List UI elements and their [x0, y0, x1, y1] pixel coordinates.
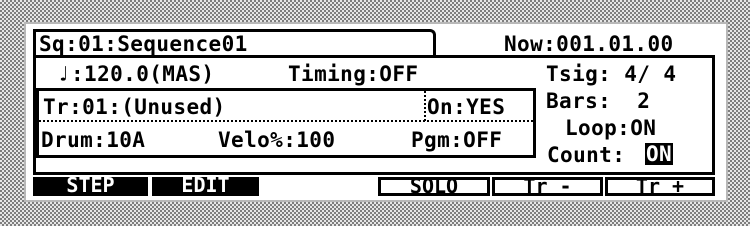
bars-field[interactable]: Bars: 2	[546, 90, 650, 112]
track-field[interactable]: Tr:01:(Unused)	[43, 96, 226, 118]
edit-softkey[interactable]: EDIT	[152, 175, 259, 196]
velocity-field[interactable]: Velo%:100	[218, 129, 335, 151]
drum-field[interactable]: Drum:10A	[41, 129, 145, 151]
program-field[interactable]: Pgm:OFF	[411, 129, 502, 151]
tempo-field[interactable]: :120.0(MAS)	[71, 63, 214, 85]
tempo-note-icon: ♩	[57, 62, 71, 86]
lcd-screen: Sq:01:Sequence01 Now:001.01.00 ♩ :120.0(…	[26, 24, 726, 200]
solo-softkey[interactable]: SOLO	[378, 176, 490, 196]
now-position-field[interactable]: Now:001.01.00	[504, 33, 674, 55]
tsig-field[interactable]: Tsig: 4/ 4	[546, 63, 676, 85]
track-minus-softkey[interactable]: Tr -	[492, 176, 603, 196]
track-plus-softkey[interactable]: Tr +	[605, 176, 715, 196]
track-on-field[interactable]: On:YES	[427, 96, 505, 118]
timing-field[interactable]: Timing:OFF	[288, 63, 418, 85]
track-divider	[39, 120, 533, 122]
track-on-divider	[424, 91, 426, 121]
count-label: Count:	[547, 143, 626, 167]
step-softkey[interactable]: STEP	[33, 175, 148, 196]
sequence-field[interactable]: Sq:01:Sequence01	[39, 33, 248, 55]
count-value[interactable]: ON	[645, 143, 674, 165]
loop-field[interactable]: Loop:ON	[565, 117, 656, 139]
